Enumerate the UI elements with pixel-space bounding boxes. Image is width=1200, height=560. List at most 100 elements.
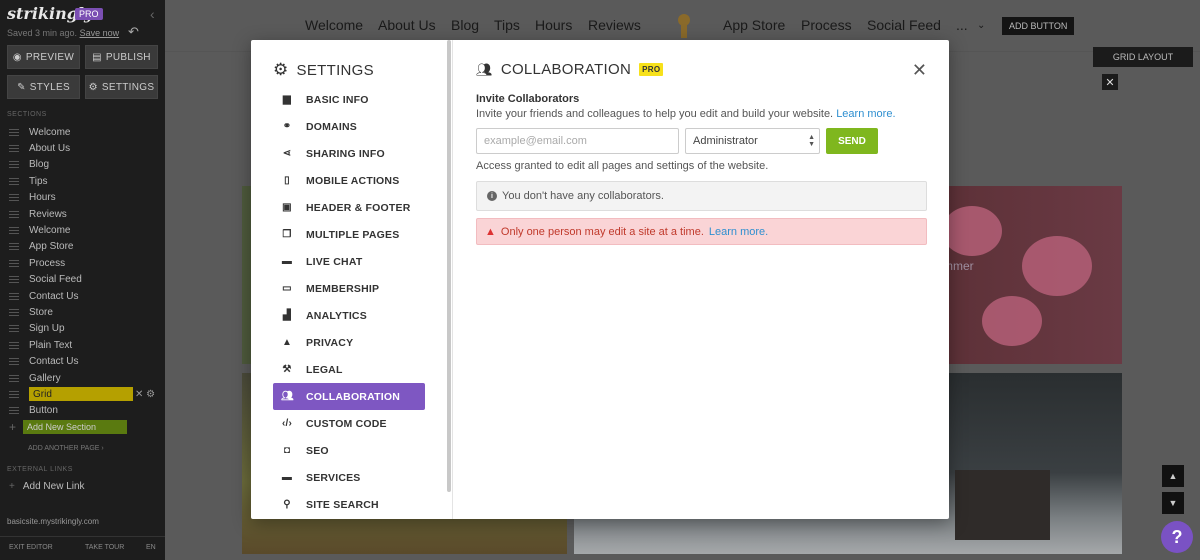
sidebar-section-item[interactable]: Welcome bbox=[0, 222, 165, 238]
settings-nav-domains[interactable]: ⚭ DOMAINS bbox=[273, 113, 425, 140]
send-button[interactable]: SEND bbox=[826, 128, 878, 154]
publish-button[interactable]: ▤ PUBLISH bbox=[85, 45, 158, 69]
sidebar-section-item[interactable]: Social Feed bbox=[0, 272, 165, 288]
language-button[interactable]: EN bbox=[146, 544, 156, 551]
grid-layout-button[interactable]: GRID LAYOUT bbox=[1093, 47, 1193, 67]
settings-nav-live-chat[interactable]: ▬ LIVE CHAT bbox=[273, 248, 425, 275]
exit-editor-button[interactable]: EXIT EDITOR bbox=[9, 544, 53, 551]
settings-nav-seo[interactable]: ◘ SEO bbox=[273, 437, 425, 464]
styles-button[interactable]: ✎ STYLES bbox=[7, 75, 80, 99]
nav-scrollbar[interactable] bbox=[447, 40, 451, 492]
drag-handle-icon[interactable] bbox=[9, 259, 19, 267]
nav-app-store[interactable]: App Store bbox=[723, 17, 785, 33]
drag-handle-icon[interactable] bbox=[9, 276, 19, 284]
nav-hours[interactable]: Hours bbox=[535, 17, 572, 33]
settings-nav-services[interactable]: ▬ SERVICES bbox=[273, 464, 425, 491]
sidebar-section-item[interactable]: Contact Us bbox=[0, 288, 165, 304]
sidebar-section-item[interactable]: Tips bbox=[0, 173, 165, 189]
nav-about-us[interactable]: About Us bbox=[378, 17, 436, 33]
nav-label: HEADER & FOOTER bbox=[306, 201, 411, 214]
site-logo-icon[interactable] bbox=[673, 12, 695, 38]
help-icon[interactable]: ? bbox=[1161, 521, 1193, 553]
drag-handle-icon[interactable] bbox=[9, 341, 19, 349]
sidebar-section-item[interactable]: Reviews bbox=[0, 206, 165, 222]
sidebar-section-item[interactable]: Gallery bbox=[0, 370, 165, 386]
drag-handle-icon[interactable] bbox=[9, 177, 19, 185]
email-input[interactable]: example@email.com bbox=[476, 128, 679, 154]
sidebar-section-item[interactable]: Blog bbox=[0, 157, 165, 173]
nav-blog[interactable]: Blog bbox=[451, 17, 479, 33]
drag-handle-icon[interactable] bbox=[9, 145, 19, 153]
settings-nav-sharing-info[interactable]: ⋖ SHARING INFO bbox=[273, 140, 425, 167]
scroll-up-icon[interactable]: ▲ bbox=[1162, 465, 1184, 487]
invite-desc-text: Invite your friends and colleagues to he… bbox=[476, 108, 834, 120]
settings-button[interactable]: ⚙ SETTINGS bbox=[85, 75, 158, 99]
nav-process[interactable]: Process bbox=[801, 17, 852, 33]
add-link-button[interactable]: + Add New Link bbox=[9, 481, 85, 492]
settings-nav-membership[interactable]: ▭ MEMBERSHIP bbox=[273, 275, 425, 302]
sidebar-section-item[interactable]: Sign Up bbox=[0, 321, 165, 337]
nav-social-feed[interactable]: Social Feed bbox=[867, 17, 941, 33]
nav-more[interactable]: ... bbox=[956, 17, 968, 33]
add-page-link[interactable]: ADD ANOTHER PAGE › bbox=[28, 445, 104, 452]
role-value: Administrator bbox=[693, 135, 758, 147]
drag-handle-icon[interactable] bbox=[9, 390, 19, 398]
scroll-down-icon[interactable]: ▼ bbox=[1162, 492, 1184, 514]
settings-nav-legal[interactable]: ⚒ LEGAL bbox=[273, 356, 425, 383]
drag-handle-icon[interactable] bbox=[9, 358, 19, 366]
nav-label: PRIVACY bbox=[306, 336, 354, 349]
sidebar-section-item[interactable]: Plain Text bbox=[0, 337, 165, 353]
sidebar-section-item[interactable]: About Us bbox=[0, 140, 165, 156]
drag-handle-icon[interactable] bbox=[9, 210, 19, 218]
add-button[interactable]: ADD BUTTON bbox=[1002, 17, 1075, 35]
nav-welcome[interactable]: Welcome bbox=[305, 17, 363, 33]
warning-learn-more-link[interactable]: Learn more. bbox=[709, 226, 768, 238]
settings-nav-custom-code[interactable]: ‹/› CUSTOM CODE bbox=[273, 410, 425, 437]
code-icon: ‹/› bbox=[281, 418, 293, 429]
settings-nav-privacy[interactable]: ▲ PRIVACY bbox=[273, 329, 425, 356]
site-url-link[interactable]: basicsite.mystrikingly.com bbox=[7, 517, 99, 526]
close-modal-icon[interactable]: ✕ bbox=[912, 60, 927, 81]
settings-nav-analytics[interactable]: ▟ ANALYTICS bbox=[273, 302, 425, 329]
section-actions-icon[interactable]: ✕ ⚙ bbox=[135, 389, 155, 400]
drag-handle-icon[interactable] bbox=[9, 243, 19, 251]
save-status: Saved 3 min ago. Save now bbox=[7, 28, 119, 38]
sidebar-section-item[interactable]: Button bbox=[0, 403, 165, 419]
settings-nav-mobile-actions[interactable]: ▯ MOBILE ACTIONS bbox=[273, 167, 425, 194]
add-section-button[interactable]: + Add New Section bbox=[0, 419, 165, 435]
nav-tips[interactable]: Tips bbox=[494, 17, 520, 33]
drag-handle-icon[interactable] bbox=[9, 292, 19, 300]
sidebar-section-item[interactable]: Store bbox=[0, 304, 165, 320]
collapse-sidebar-icon[interactable]: ‹ bbox=[150, 6, 155, 22]
learn-more-link[interactable]: Learn more. bbox=[836, 108, 895, 120]
sidebar-section-item[interactable]: Grid ✕ ⚙ bbox=[0, 386, 165, 402]
drag-handle-icon[interactable] bbox=[9, 308, 19, 316]
settings-nav-site-search[interactable]: ⚲ SITE SEARCH bbox=[273, 491, 425, 518]
sidebar-section-item[interactable]: Welcome bbox=[0, 124, 165, 140]
preview-button[interactable]: ◉ PREVIEW bbox=[7, 45, 80, 69]
close-icon[interactable]: ✕ bbox=[1102, 74, 1118, 90]
sidebar-section-item[interactable]: Process bbox=[0, 255, 165, 271]
drag-handle-icon[interactable] bbox=[9, 325, 19, 333]
no-collab-text: You don't have any collaborators. bbox=[502, 190, 664, 202]
drag-handle-icon[interactable] bbox=[9, 227, 19, 235]
settings-nav-collaboration[interactable]: 👥︎ COLLABORATION bbox=[273, 383, 425, 410]
nav-label: DOMAINS bbox=[306, 120, 357, 133]
drag-handle-icon[interactable] bbox=[9, 407, 19, 415]
drag-handle-icon[interactable] bbox=[9, 128, 19, 136]
role-select[interactable]: Administrator ▲ ▼ bbox=[685, 128, 820, 154]
sidebar-section-item[interactable]: Hours bbox=[0, 190, 165, 206]
settings-nav-header-footer[interactable]: ▣ HEADER & FOOTER bbox=[273, 194, 425, 221]
save-now-link[interactable]: Save now bbox=[80, 28, 120, 38]
sidebar-section-item[interactable]: Contact Us bbox=[0, 353, 165, 369]
chevron-down-icon[interactable]: ⌄ bbox=[977, 20, 985, 31]
settings-nav-basic-info[interactable]: ▆ BASIC INFO bbox=[273, 86, 425, 113]
drag-handle-icon[interactable] bbox=[9, 194, 19, 202]
take-tour-button[interactable]: TAKE TOUR bbox=[85, 544, 124, 551]
drag-handle-icon[interactable] bbox=[9, 161, 19, 169]
drag-handle-icon[interactable] bbox=[9, 374, 19, 382]
sidebar-section-item[interactable]: App Store bbox=[0, 239, 165, 255]
settings-nav-multiple-pages[interactable]: ❐ MULTIPLE PAGES bbox=[273, 221, 425, 248]
undo-icon[interactable]: ↶ bbox=[128, 24, 139, 40]
nav-reviews[interactable]: Reviews bbox=[588, 17, 641, 33]
